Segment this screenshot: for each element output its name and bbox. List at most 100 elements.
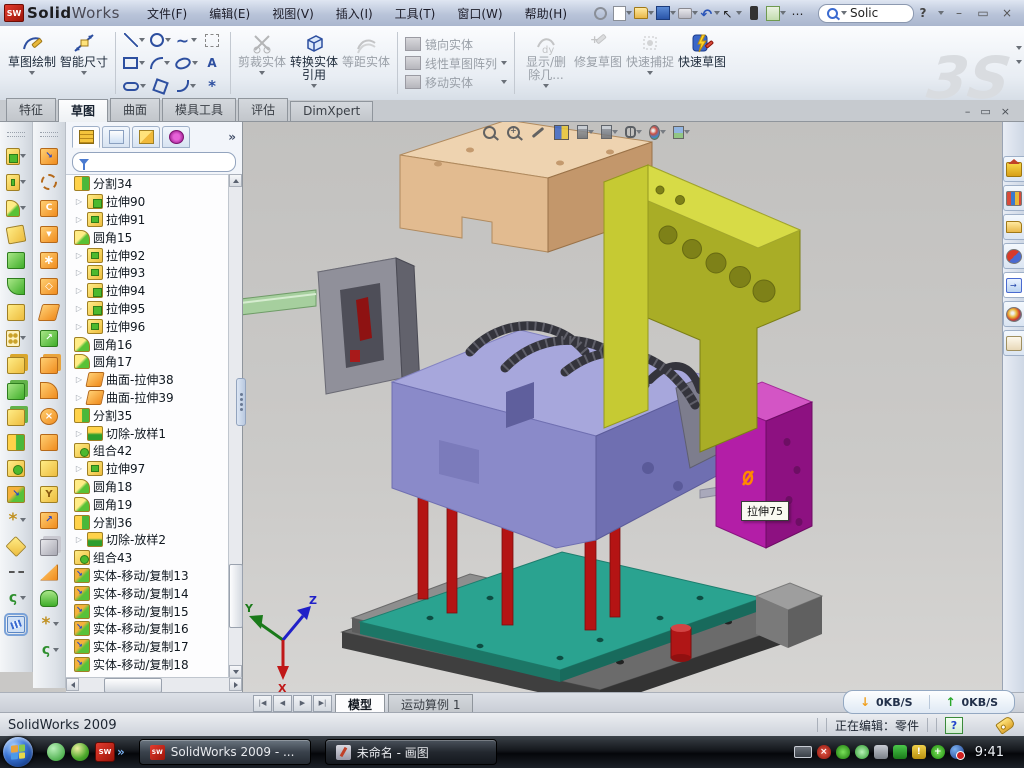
expand-arrow-icon[interactable]: ▷ [74, 375, 84, 384]
help-caret-icon[interactable] [938, 11, 944, 15]
dropdown-caret-icon[interactable] [139, 38, 145, 42]
fillet-surface-icon[interactable] [39, 511, 59, 529]
tab-nav-button[interactable]: ◀ [273, 695, 292, 712]
expand-arrow-icon[interactable]: ▷ [74, 286, 84, 295]
input-language-icon[interactable] [794, 746, 812, 758]
section-view-icon[interactable] [553, 124, 570, 140]
rapid-sketch-button[interactable]: 快速草图 [676, 26, 728, 100]
feature-tree-item[interactable]: ▷ 拉伸97 [66, 460, 229, 478]
dropdown-caret-icon[interactable] [192, 61, 198, 65]
expand-arrow-icon[interactable]: ▷ [74, 268, 84, 277]
model-side-clamp[interactable] [243, 258, 420, 394]
taskbar-clock[interactable]: 9:41 [969, 745, 1014, 760]
dropdown-caret-icon[interactable] [164, 61, 170, 65]
revolved-boss-icon[interactable] [6, 173, 26, 191]
feature-tree-item[interactable]: 圆角15 [66, 228, 229, 246]
dropdown-caret-icon[interactable] [612, 130, 618, 134]
dropdown-caret-icon[interactable] [81, 71, 87, 75]
ellipse-icon[interactable] [173, 52, 199, 75]
circle-icon[interactable] [147, 29, 173, 52]
slot-icon[interactable] [121, 75, 147, 98]
dropdown-caret-icon[interactable] [626, 11, 632, 15]
view-palette-tab[interactable] [1003, 272, 1024, 298]
home-tab[interactable] [1003, 156, 1024, 182]
motion-study-tab[interactable]: 运动算例 1 [388, 694, 473, 713]
dropdown-caret-icon[interactable] [20, 154, 26, 158]
sync-tray-icon[interactable] [950, 745, 964, 759]
start-button[interactable] [3, 737, 33, 767]
featuremanager-tree-tab[interactable] [72, 126, 100, 148]
open-icon[interactable] [634, 4, 654, 22]
axis-icon[interactable] [6, 563, 26, 581]
swept-surface-icon[interactable] [39, 199, 59, 217]
configurationmanager-tab[interactable] [132, 126, 160, 148]
apply-scene-icon[interactable] [673, 124, 690, 140]
dropdown-caret-icon[interactable] [20, 180, 26, 184]
split-icon[interactable] [6, 433, 26, 451]
undo-icon[interactable]: ↶ [700, 4, 720, 22]
dropdown-caret-icon[interactable] [20, 206, 26, 210]
feature-tree-item[interactable]: 实体-移动/复制17 [66, 638, 229, 656]
rib-icon[interactable] [6, 355, 26, 373]
feature-tree-item[interactable]: ▷ 拉伸92 [66, 246, 229, 264]
feature-tree-item[interactable]: 圆角19 [66, 495, 229, 513]
command-manager-tab[interactable]: DimXpert [290, 101, 373, 121]
menu-item[interactable]: 编辑(E) [200, 2, 259, 25]
warning-tray-icon[interactable]: ! [912, 745, 926, 759]
save-icon[interactable] [656, 4, 676, 22]
feature-tree-item[interactable]: 组合43 [66, 549, 229, 567]
knit-surface-icon[interactable] [39, 381, 59, 399]
menu-item[interactable]: 帮助(H) [516, 2, 576, 25]
curves-icon[interactable] [39, 641, 59, 659]
feature-tree-item[interactable]: 圆角17 [66, 353, 229, 371]
point-icon[interactable] [199, 75, 225, 98]
model-gray-block[interactable] [756, 583, 822, 648]
updater-tray-icon[interactable] [855, 745, 869, 759]
repair-sketch-button[interactable]: + 修复草图 [572, 26, 624, 100]
feature-tree-item[interactable]: ▷ 曲面-拉伸38 [66, 371, 229, 389]
planar-surface-icon[interactable] [39, 303, 59, 321]
dropdown-caret-icon[interactable] [20, 596, 26, 600]
feature-tree-item[interactable]: 实体-移动/复制16 [66, 620, 229, 638]
lofted-surface-icon[interactable] [39, 225, 59, 243]
dropdown-caret-icon[interactable] [20, 518, 26, 522]
traffic-light-icon[interactable] [744, 4, 764, 22]
expand-arrow-icon[interactable]: ▷ [74, 535, 84, 544]
arc-icon[interactable] [147, 52, 173, 75]
feature-tree-item[interactable]: 实体-移动/复制18 [66, 656, 229, 674]
dropdown-caret-icon[interactable] [311, 84, 317, 88]
command-manager-tab[interactable]: 评估 [238, 98, 288, 121]
print-icon[interactable] [678, 4, 698, 22]
graphics-area[interactable]: Y Z X [243, 122, 1002, 692]
close-doc-button[interactable]: × [1001, 105, 1010, 118]
extruded-surface-icon[interactable] [39, 147, 59, 165]
dropdown-caret-icon[interactable] [648, 11, 654, 15]
dropdown-caret-icon[interactable] [140, 84, 146, 88]
trim-surface-icon[interactable] [39, 485, 59, 503]
dropdown-caret-icon[interactable] [588, 130, 594, 134]
expand-arrow-icon[interactable]: ▷ [74, 393, 84, 402]
extruded-boss-icon[interactable] [6, 147, 26, 165]
feature-tree-item[interactable]: 圆角18 [66, 478, 229, 496]
volume-tray-icon[interactable] [874, 745, 888, 759]
untrim-surface-icon[interactable] [39, 407, 59, 425]
appearances-tab[interactable] [1003, 301, 1024, 327]
design-library-tab[interactable] [1003, 185, 1024, 211]
propertymanager-tab[interactable] [102, 126, 130, 148]
panel-chevron-button[interactable]: » [228, 130, 238, 144]
dropdown-caret-icon[interactable] [191, 38, 197, 42]
dropdown-caret-icon[interactable] [660, 130, 666, 134]
search-input[interactable]: Solic [850, 6, 878, 20]
reference-geometry-icon[interactable] [39, 615, 59, 633]
dropdown-caret-icon[interactable] [636, 130, 642, 134]
filter-input[interactable] [72, 152, 236, 172]
model-red-cylinder[interactable] [671, 624, 691, 662]
command-manager-tab[interactable]: 特征 [6, 98, 56, 121]
messenger-icon[interactable] [47, 743, 65, 761]
expand-arrow-icon[interactable]: ▷ [74, 429, 84, 438]
reference-geometry-icon[interactable] [6, 511, 26, 529]
draft-icon[interactable] [6, 303, 26, 321]
feature-tree-item[interactable]: 分割36 [66, 513, 229, 531]
feature-tree-item[interactable]: ▷ 拉伸91 [66, 211, 229, 229]
chamfer-icon[interactable] [6, 277, 26, 295]
